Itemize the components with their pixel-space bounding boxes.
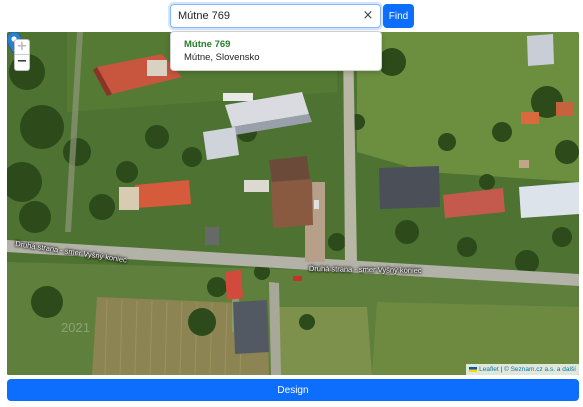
suggestion-title: Mútne 769	[184, 39, 231, 50]
leaflet-link[interactable]: Leaflet	[479, 366, 499, 373]
imagery-year-label: 2021	[61, 320, 90, 335]
design-button[interactable]: Design	[7, 379, 579, 401]
zoom-out-button[interactable]: −	[15, 55, 29, 70]
clear-icon[interactable]: ×	[361, 9, 375, 23]
zoom-in-button[interactable]: +	[15, 40, 29, 55]
map-search-page: × Find	[0, 0, 583, 407]
map-attribution: Leaflet | © Seznam.cz a.s. a další	[466, 364, 579, 375]
suggestion-subtitle: Mútne, Slovensko	[184, 52, 260, 63]
find-button[interactable]: Find	[383, 4, 414, 28]
satellite-imagery	[7, 32, 579, 375]
search-suggestions: Mútne 769 Mútne, Slovensko	[170, 31, 382, 71]
search-field: ×	[170, 4, 381, 28]
search-input[interactable]	[171, 5, 380, 27]
zoom-control: + −	[14, 39, 30, 71]
seznam-copyright-link[interactable]: © Seznam.cz a.s. a další	[504, 366, 576, 373]
ukraine-flag-icon	[469, 366, 478, 372]
suggestion-item[interactable]: Mútne 769 Mútne, Slovensko	[171, 32, 381, 70]
satellite-map[interactable]: + − Druhá strana - smer Vyšný koniec Dru…	[7, 32, 579, 375]
